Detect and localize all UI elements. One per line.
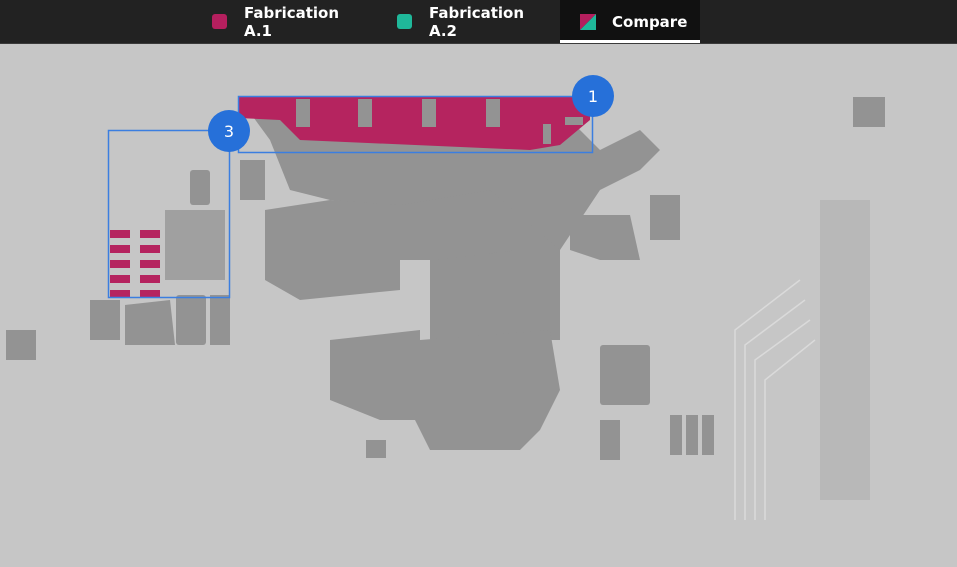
- marker-1[interactable]: 1: [572, 75, 614, 117]
- tab-bar: Fabrication A.1 Fabrication A.2 Compare: [0, 0, 957, 44]
- pcb-canvas: [6, 95, 885, 520]
- bga-pads: [820, 200, 870, 500]
- split-compare-icon: [580, 13, 596, 30]
- pcb-view[interactable]: 1 3: [0, 44, 957, 563]
- marker-3[interactable]: 3: [208, 110, 250, 152]
- copper-layer: [6, 97, 885, 460]
- traces: [734, 279, 816, 520]
- color-swatch-icon: [212, 14, 227, 29]
- tab-fabrication-a2[interactable]: Fabrication A.2: [397, 0, 557, 43]
- tab-label: Fabrication A.1: [243, 3, 340, 40]
- tab-label: Compare: [612, 12, 688, 31]
- tab-compare[interactable]: Compare: [560, 0, 700, 43]
- tab-label: Fabrication A.2: [428, 3, 525, 40]
- tab-fabrication-a1[interactable]: Fabrication A.1: [212, 0, 372, 43]
- color-swatch-icon: [397, 14, 412, 29]
